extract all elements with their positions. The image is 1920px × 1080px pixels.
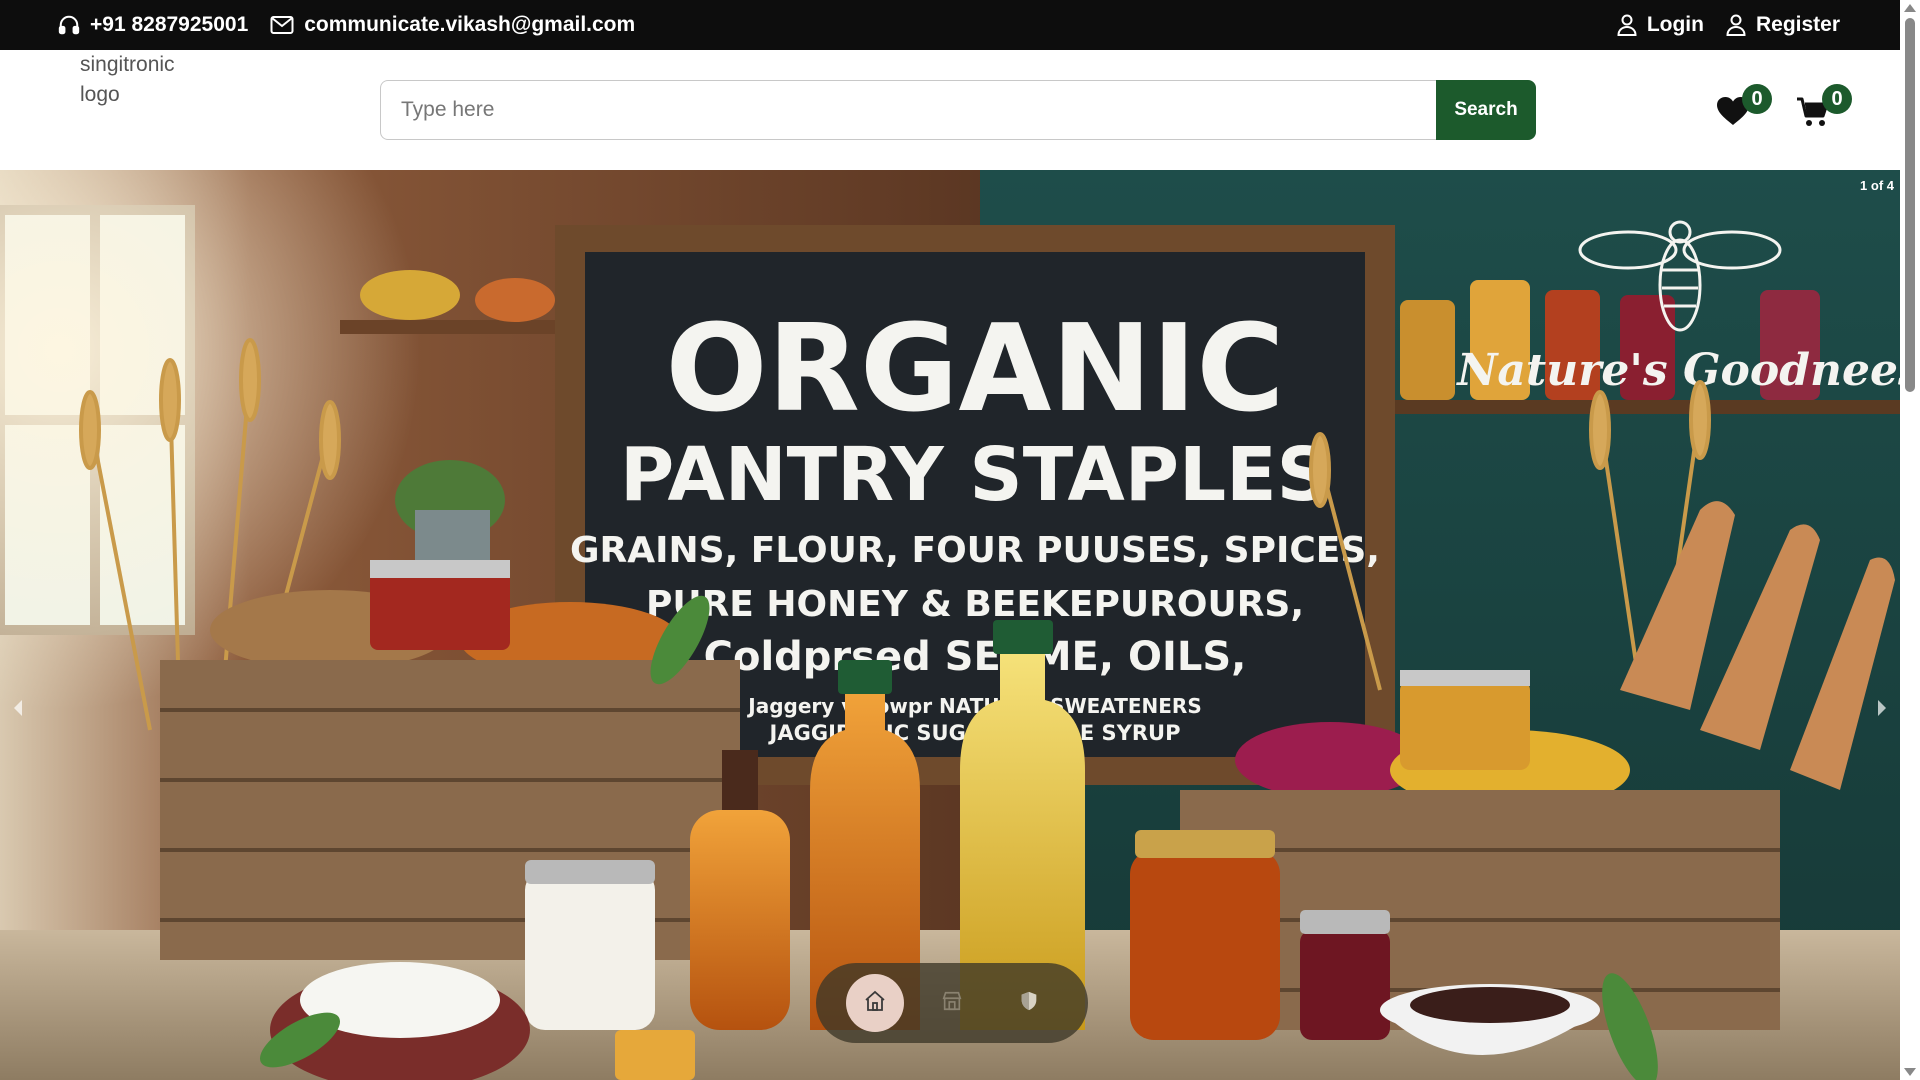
banner-line3: GRAINS, FLOUR, FOUR PUUSES, SPICES, [570, 530, 1380, 571]
search-input[interactable] [380, 80, 1436, 140]
site-header: singitronic logo Search 0 0 [0, 50, 1900, 170]
login-link[interactable]: Login [1617, 13, 1704, 37]
shield-icon [1018, 990, 1040, 1017]
hero-banner-image: ORGANIC PANTRY STAPLES GRAINS, FLOUR, FO… [0, 170, 1900, 1080]
chevron-left-icon [6, 700, 30, 730]
banner-heading-line1: ORGANIC [666, 300, 1285, 439]
user-icon [1726, 14, 1746, 36]
register-label: Register [1755, 13, 1840, 36]
site-logo[interactable]: singitronic logo [80, 50, 210, 110]
banner-heading-line2: PANTRY STAPLES [620, 432, 1330, 518]
envelope-icon [270, 15, 294, 35]
search-bar: Search [380, 80, 1536, 140]
banner-line5: Coldprsed SEAME, OILS, [704, 634, 1247, 680]
register-link[interactable]: Register [1726, 13, 1840, 37]
home-icon [863, 989, 887, 1018]
slide-counter: 1 of 4 [1860, 178, 1894, 193]
contact-group: +91 8287925001 communicate.vikash@gmail.… [58, 13, 635, 37]
headphones-icon [58, 14, 80, 36]
wishlist-button[interactable]: 0 [1712, 84, 1772, 134]
banner-line4: PURE HONEY & BEEKEPUROURS, [646, 584, 1304, 625]
brand-text: Nature's Goodnees [1455, 345, 1900, 396]
hero-carousel[interactable]: ORGANIC PANTRY STAPLES GRAINS, FLOUR, FO… [0, 170, 1900, 1080]
email-address: communicate.vikash@gmail.com [304, 13, 636, 36]
chevron-right-icon [1870, 700, 1894, 730]
top-contact-bar: +91 8287925001 communicate.vikash@gmail.… [0, 0, 1900, 50]
page-scrollbar[interactable] [1900, 0, 1920, 1080]
account-group: Login Register [1617, 13, 1840, 37]
phone-number: +91 8287925001 [90, 13, 249, 36]
search-button[interactable]: Search [1436, 80, 1536, 140]
scroll-down-arrow-icon[interactable] [1904, 1068, 1916, 1076]
email-link[interactable]: communicate.vikash@gmail.com [270, 13, 635, 37]
carousel-next-button[interactable] [1870, 690, 1894, 726]
nav-shield-button[interactable] [1000, 974, 1058, 1032]
wishlist-count-badge: 0 [1742, 84, 1772, 114]
logo-alt-text: singitronic logo [80, 53, 175, 106]
cart-button[interactable]: 0 [1792, 84, 1852, 134]
nav-home-button[interactable] [845, 974, 904, 1032]
banner-line6: Jaggery v Sowpr NATURAL SWEATENERS [746, 694, 1201, 718]
nav-store-button[interactable] [923, 974, 981, 1032]
carousel-prev-button[interactable] [6, 690, 30, 726]
scroll-thumb[interactable] [1905, 18, 1915, 392]
phone-link[interactable]: +91 8287925001 [58, 13, 248, 37]
login-label: Login [1646, 13, 1704, 36]
floating-bottom-nav [816, 963, 1088, 1043]
store-icon [941, 990, 963, 1017]
user-icon [1617, 14, 1637, 36]
scroll-up-arrow-icon[interactable] [1904, 4, 1916, 12]
cart-count-badge: 0 [1822, 84, 1852, 114]
